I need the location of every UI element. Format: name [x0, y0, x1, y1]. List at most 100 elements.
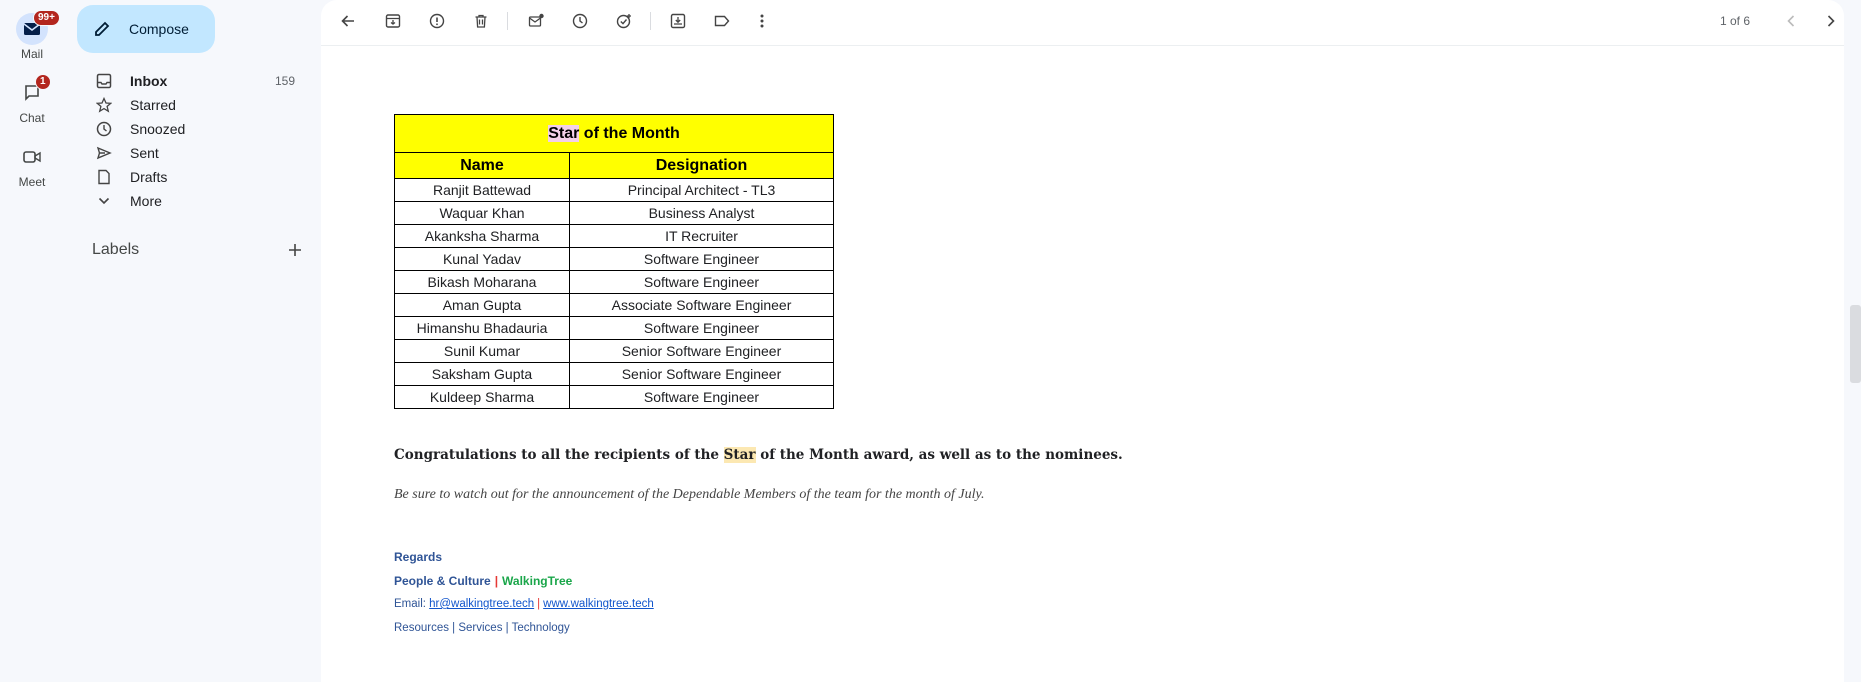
cell-designation: Associate Software Engineer	[569, 293, 834, 317]
inbox-icon	[94, 71, 114, 91]
cell-name: Bikash Moharana	[394, 270, 570, 294]
labels-heading: Labels	[92, 241, 140, 258]
add-task-icon	[616, 14, 631, 29]
chat-badge: 1	[35, 74, 51, 90]
archive-button[interactable]	[381, 9, 405, 33]
report-icon	[429, 13, 445, 29]
toolbar-divider	[507, 12, 508, 30]
table-row: Akanksha Sharma IT Recruiter	[394, 224, 834, 248]
table-title: Star of the Month	[394, 114, 834, 153]
cell-designation: Senior Software Engineer	[569, 339, 834, 363]
scrollbar-thumb[interactable]	[1850, 305, 1861, 383]
reading-pane: 1 of 6 Star of the Month Name Designatio…	[321, 0, 1844, 682]
cell-designation: Business Analyst	[569, 201, 834, 225]
rail-mail-label: Mail	[20, 47, 43, 61]
chat-icon: 1	[16, 74, 51, 109]
email-link[interactable]: hr@walkingtree.tech	[429, 598, 534, 610]
nav-item-label: Sent	[130, 145, 159, 161]
more-vertical-icon	[760, 14, 764, 28]
email-body: Star of the Month Name Designation Ranji…	[394, 114, 834, 409]
move-to-button[interactable]	[666, 9, 690, 33]
star-of-month-table: Star of the Month Name Designation Ranji…	[394, 114, 834, 409]
table-header-row: Name Designation	[394, 152, 834, 179]
chevron-right-icon	[1827, 15, 1835, 27]
column-header-designation: Designation	[569, 152, 834, 179]
nav-item-label: Inbox	[130, 73, 168, 89]
cell-name: Waquar Khan	[394, 201, 570, 225]
more-options-button[interactable]	[750, 9, 774, 33]
cell-designation: Principal Architect - TL3	[569, 178, 834, 202]
message-toolbar: 1 of 6	[321, 0, 1844, 46]
signature-regards: Regards	[394, 550, 443, 564]
compose-button[interactable]: Compose	[77, 5, 215, 53]
pagination-label: 1 of 6	[1720, 14, 1751, 28]
table-title-text: of the Month	[579, 124, 680, 142]
report-spam-button[interactable]	[425, 9, 449, 33]
app-rail: 99+ Mail 1 Chat Meet	[0, 0, 64, 682]
cell-designation: Software Engineer	[569, 316, 834, 340]
rail-meet-label: Meet	[18, 175, 46, 189]
older-button[interactable]	[1819, 9, 1843, 33]
table-row: Bikash Moharana Software Engineer	[394, 270, 834, 294]
rail-mail[interactable]: 99+ Mail	[0, 10, 64, 61]
cell-name: Aman Gupta	[394, 293, 570, 317]
nav-item-label: More	[130, 193, 162, 209]
clock-icon	[572, 13, 588, 29]
chevron-left-icon	[1787, 15, 1795, 27]
announcement-note: Be sure to watch out for the announcemen…	[394, 487, 985, 502]
newer-button[interactable]	[1779, 9, 1803, 33]
website-link[interactable]: www.walkingtree.tech	[543, 598, 654, 610]
table-row: Aman Gupta Associate Software Engineer	[394, 293, 834, 317]
cell-designation: Software Engineer	[569, 247, 834, 271]
column-header-name: Name	[394, 152, 570, 179]
table-row: Himanshu Bhadauria Software Engineer	[394, 316, 834, 340]
table-row: Saksham Gupta Senior Software Engineer	[394, 362, 834, 386]
rail-meet[interactable]: Meet	[0, 141, 64, 189]
compose-label: Compose	[129, 21, 189, 37]
nav-item-more[interactable]: More	[64, 189, 304, 213]
mail-icon: 99+	[16, 10, 60, 45]
clock-icon	[94, 119, 114, 139]
back-button[interactable]	[336, 9, 360, 33]
table-row: Kuldeep Sharma Software Engineer	[394, 385, 834, 409]
add-task-button[interactable]	[612, 9, 636, 33]
nav-item-inbox[interactable]: Inbox 159	[64, 69, 304, 93]
nav-item-label: Drafts	[130, 169, 168, 185]
delete-button[interactable]	[469, 9, 493, 33]
separator: |	[537, 598, 541, 610]
chevron-down-icon	[94, 191, 114, 211]
brand-name: WalkingTree	[502, 574, 573, 588]
table-row: Kunal Yadav Software Engineer	[394, 247, 834, 271]
email-label: Email:	[394, 598, 430, 610]
labels-button[interactable]	[710, 9, 734, 33]
inbox-count: 159	[274, 74, 295, 88]
trash-icon	[475, 14, 487, 28]
table-row: Waquar Khan Business Analyst	[394, 201, 834, 225]
add-label-button[interactable]	[288, 243, 302, 257]
nav-item-drafts[interactable]: Drafts	[64, 165, 304, 189]
nav-item-label: Snoozed	[130, 121, 186, 137]
cell-designation: Software Engineer	[569, 270, 834, 294]
nav-item-sent[interactable]: Sent	[64, 141, 304, 165]
cell-designation: IT Recruiter	[569, 224, 834, 248]
team-name: People & Culture	[394, 574, 491, 588]
cell-name: Sunil Kumar	[394, 339, 570, 363]
cell-name: Kuldeep Sharma	[394, 385, 570, 409]
snooze-button[interactable]	[568, 9, 592, 33]
archive-icon	[385, 14, 401, 28]
nav-item-starred[interactable]: Starred	[64, 93, 304, 117]
pencil-icon	[95, 21, 110, 36]
nav-item-snoozed[interactable]: Snoozed	[64, 117, 304, 141]
nav-item-label: Starred	[130, 97, 176, 113]
cell-name: Saksham Gupta	[394, 362, 570, 386]
arrow-left-icon	[341, 15, 354, 27]
label-icon	[714, 15, 730, 27]
nav-panel: Compose Inbox 159 Starred Snoozed Sent D…	[64, 0, 320, 682]
signature-contact: Email: hr@walkingtree.tech | www.walkingtr…	[394, 598, 654, 610]
mark-unread-button[interactable]	[524, 9, 548, 33]
table-title-row: Star of the Month	[394, 114, 834, 153]
congrats-text: Congratulations to all the recipients of…	[394, 447, 724, 463]
rail-chat[interactable]: 1 Chat	[0, 74, 64, 125]
congrats-text: of the Month award, as well as to the no…	[755, 447, 1123, 463]
congrats-message: Congratulations to all the recipients of…	[394, 447, 1123, 463]
